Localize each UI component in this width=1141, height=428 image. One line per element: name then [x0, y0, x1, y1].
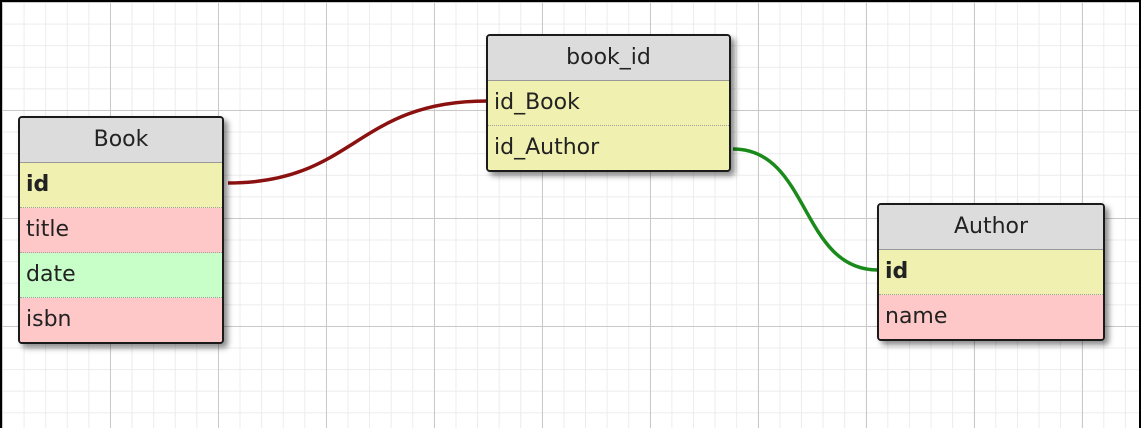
field-book-isbn[interactable]: isbn — [20, 298, 222, 342]
link-book-id-to-author[interactable] — [732, 147, 879, 272]
table-book[interactable]: Book id title date isbn — [18, 116, 224, 344]
table-author-header[interactable]: Author — [879, 205, 1103, 250]
field-id-author[interactable]: id_Author — [488, 126, 729, 170]
field-author-name[interactable]: name — [879, 295, 1103, 339]
field-book-id[interactable]: id — [20, 163, 222, 208]
field-id-book[interactable]: id_Book — [488, 81, 729, 126]
table-book-id-header[interactable]: book_id — [488, 36, 729, 81]
field-author-id[interactable]: id — [879, 250, 1103, 295]
table-author[interactable]: Author id name — [877, 203, 1105, 341]
field-book-date[interactable]: date — [20, 253, 222, 298]
field-book-title[interactable]: title — [20, 208, 222, 253]
table-book-id[interactable]: book_id id_Book id_Author — [486, 34, 731, 172]
link-book-to-book-id[interactable] — [227, 99, 488, 185]
table-book-header[interactable]: Book — [20, 118, 222, 163]
